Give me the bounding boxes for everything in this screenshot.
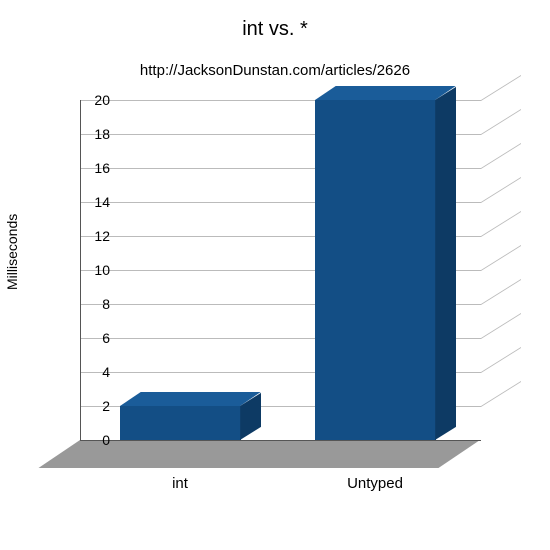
y-axis-label: Milliseconds: [4, 214, 20, 290]
bar-untyped: [315, 100, 435, 440]
ytick: 6: [70, 330, 110, 346]
ytick: 4: [70, 364, 110, 380]
plot-area: 20 18 16 14 12 10 8 6 4 2 0 int Untyped: [80, 100, 520, 480]
bar-int: [120, 100, 240, 440]
ytick: 8: [70, 296, 110, 312]
ytick: 0: [70, 432, 110, 448]
bar-chart-3d: int vs. * http://JacksonDunstan.com/arti…: [0, 0, 550, 550]
ytick: 20: [70, 92, 110, 108]
x-category: int: [172, 475, 188, 492]
ytick: 14: [70, 194, 110, 210]
ytick: 16: [70, 160, 110, 176]
ytick: 2: [70, 398, 110, 414]
x-category: Untyped: [347, 475, 403, 492]
ytick: 18: [70, 126, 110, 142]
chart-subtitle: http://JacksonDunstan.com/articles/2626: [0, 62, 550, 79]
chart-title: int vs. *: [0, 18, 550, 41]
ytick: 12: [70, 228, 110, 244]
ytick: 10: [70, 262, 110, 278]
